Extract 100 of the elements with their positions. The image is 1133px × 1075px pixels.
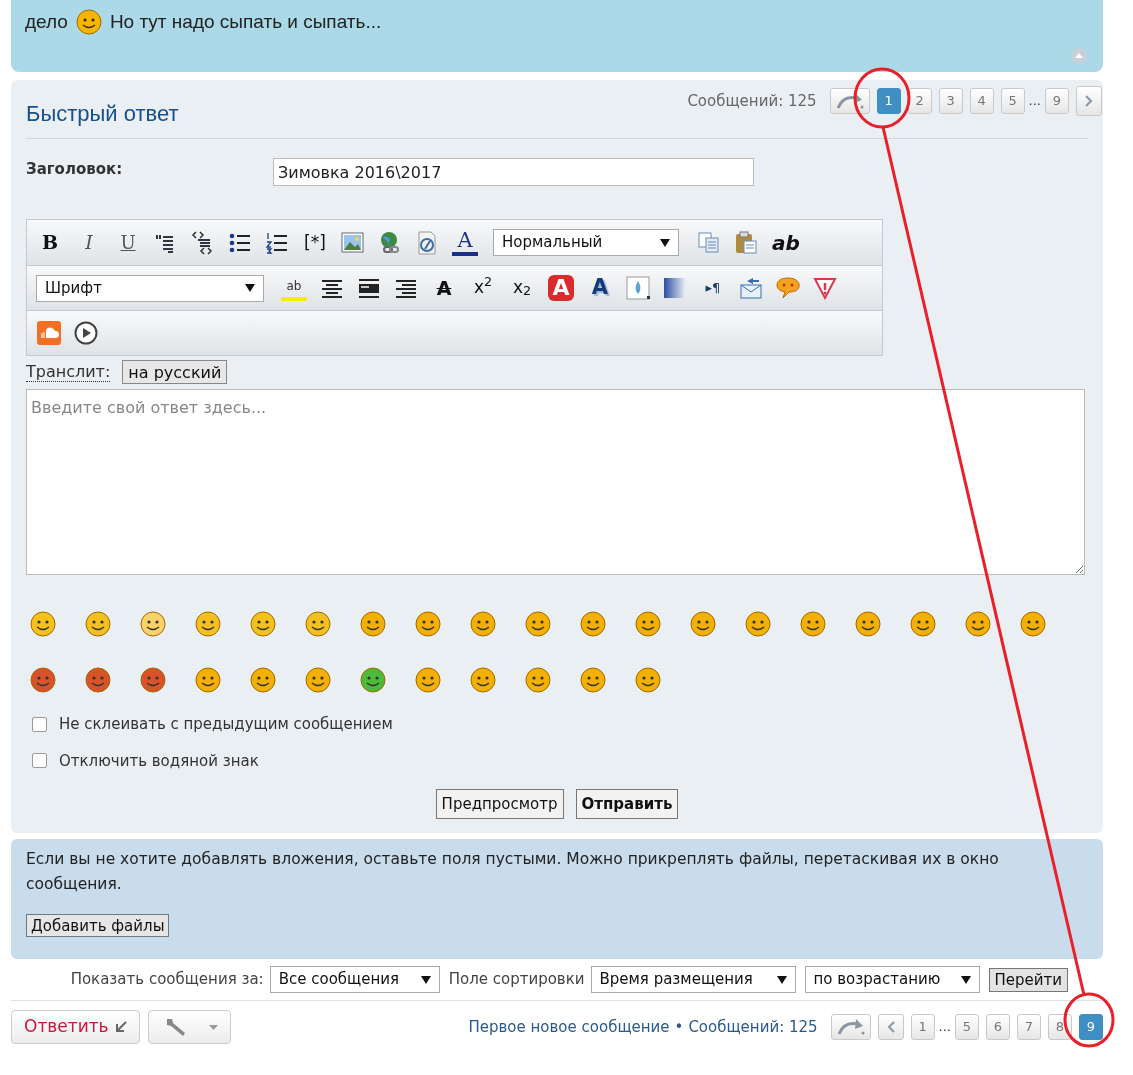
globe-link-icon[interactable] — [378, 230, 402, 255]
smiley-icon[interactable] — [195, 611, 221, 637]
page-button[interactable]: 6 — [986, 1014, 1010, 1040]
jump-to-page-button[interactable] — [830, 1014, 871, 1040]
page-button[interactable]: 5 — [1000, 88, 1025, 114]
page-button[interactable]: 7 — [1017, 1014, 1041, 1040]
smiley-icon[interactable] — [800, 611, 826, 637]
cloud-icon[interactable] — [37, 321, 61, 345]
page-button[interactable]: 1 — [876, 88, 901, 114]
toolbar-button[interactable]: A — [548, 275, 574, 301]
smiley-icon[interactable] — [525, 611, 551, 637]
page-button[interactable]: 9 — [1079, 1014, 1103, 1040]
dropdown[interactable]: Шрифт — [36, 274, 264, 302]
smiley-icon[interactable] — [305, 667, 331, 693]
toolbar-button[interactable]: ab — [772, 229, 800, 256]
select-value: Все сообщения — [278, 969, 399, 991]
sort-order-dropdown[interactable]: по возрастанию — [804, 966, 980, 993]
previous-page-button[interactable] — [877, 1014, 904, 1040]
smiley-icon[interactable] — [195, 667, 221, 693]
jump-to-page-button[interactable] — [829, 88, 870, 114]
first-new-message-link[interactable]: Первое новое сообщение — [468, 1015, 670, 1039]
smiley-icon[interactable] — [470, 667, 496, 693]
smiley-icon[interactable] — [360, 667, 386, 693]
warning-icon[interactable] — [813, 276, 837, 300]
smiley-icon[interactable] — [415, 667, 441, 693]
speech-bubble-icon[interactable] — [776, 276, 800, 300]
smiley-icon[interactable] — [580, 667, 606, 693]
checkbox[interactable] — [32, 753, 47, 769]
translit-button[interactable]: на русский — [122, 360, 228, 384]
smiley-icon[interactable] — [525, 667, 551, 693]
page-button[interactable]: 1 — [910, 1014, 935, 1040]
annotation-circle — [1063, 992, 1115, 1048]
highlight-button[interactable]: ab — [281, 275, 307, 301]
select-value: по возрастанию — [813, 969, 941, 991]
font-color-button[interactable]: A — [452, 229, 478, 256]
smiley-icon[interactable] — [1020, 611, 1046, 637]
toolbar-button[interactable]: A — [587, 275, 613, 301]
add-files-button[interactable]: Добавить файлы — [26, 914, 170, 937]
smiley-icon[interactable] — [250, 611, 276, 637]
go-button[interactable]: Перейти — [988, 967, 1068, 992]
strikethrough-button[interactable]: A — [431, 275, 457, 301]
underline-button[interactable]: U — [115, 229, 141, 256]
smiley-icon[interactable] — [910, 611, 936, 637]
smiley-icon[interactable] — [85, 667, 111, 693]
preview-button[interactable]: Предпросмотр — [435, 789, 564, 819]
period-dropdown[interactable]: Все сообщения — [269, 966, 440, 993]
page-button[interactable]: 4 — [969, 88, 994, 114]
smiley-icon[interactable] — [470, 611, 496, 637]
page-button[interactable]: 5 — [955, 1014, 979, 1040]
numbered-list-icon[interactable] — [265, 230, 289, 255]
smiley-icon[interactable] — [965, 611, 991, 637]
smiley-icon[interactable] — [140, 667, 166, 693]
smiley-icon[interactable] — [250, 667, 276, 693]
sort-field-dropdown[interactable]: Время размещения — [590, 966, 796, 993]
reply-button[interactable]: Ответить — [11, 1010, 140, 1044]
ellipsis: ... — [938, 1018, 951, 1037]
clipboard-icon[interactable] — [735, 230, 759, 255]
message-count: Сообщений: 125 — [688, 1016, 818, 1038]
smiley-icon[interactable] — [85, 611, 111, 637]
color-drop-icon[interactable] — [626, 276, 650, 300]
post-text: дело — [25, 10, 68, 34]
toolbar-button[interactable]: ▸¶ — [700, 275, 726, 301]
smiley-icon[interactable] — [30, 611, 56, 637]
toolbar-button[interactable]: [*] — [302, 229, 328, 256]
smiley-icon[interactable] — [635, 611, 661, 637]
curved-arrow-icon — [835, 1018, 866, 1036]
smiley-icon[interactable] — [360, 611, 386, 637]
play-icon[interactable] — [74, 321, 98, 345]
smiley-icon[interactable] — [745, 611, 771, 637]
message-field[interactable]: Введите свой ответ здесь... — [26, 389, 1085, 575]
toolbar-button[interactable]: x$^{2}$ — [470, 275, 496, 301]
smiley-icon[interactable] — [75, 9, 102, 36]
smiley-icon[interactable] — [690, 611, 716, 637]
image-icon[interactable] — [341, 230, 365, 255]
page-button[interactable]: 3 — [938, 88, 963, 114]
smiley-icon[interactable] — [635, 667, 661, 693]
dropdown[interactable]: Нормальный — [493, 229, 679, 256]
chevron-right-icon — [1085, 95, 1093, 107]
field-label: Заголовок: — [26, 159, 124, 180]
page-button[interactable]: 9 — [1045, 88, 1069, 114]
checkbox[interactable] — [32, 716, 47, 732]
panel-title: Быстрый ответ — [26, 100, 179, 128]
smiley-icon[interactable] — [415, 611, 441, 637]
gradient-icon[interactable] — [663, 276, 687, 300]
code-icon[interactable] — [191, 230, 215, 255]
bold-button[interactable]: B — [37, 229, 63, 256]
toolbar-button[interactable]: x$_{2}$ — [509, 275, 535, 301]
smiley-icon[interactable] — [305, 611, 331, 637]
smiley-icon[interactable] — [580, 611, 606, 637]
sort-label: Показать сообщения за: — [70, 969, 264, 991]
message-count: Сообщений: 125 — [687, 90, 817, 112]
submit-button[interactable]: Отправить — [575, 789, 679, 819]
subject-field[interactable]: Зимовка 2016\2017 — [273, 158, 754, 186]
block-indent-icon[interactable] — [357, 276, 381, 300]
tools-button[interactable] — [147, 1010, 231, 1044]
smiley-icon[interactable] — [30, 667, 56, 693]
envelope-arrow-icon[interactable] — [739, 276, 763, 300]
italic-button[interactable]: I — [76, 229, 102, 256]
smiley-icon[interactable] — [140, 611, 166, 637]
smiley-icon[interactable] — [855, 611, 881, 637]
